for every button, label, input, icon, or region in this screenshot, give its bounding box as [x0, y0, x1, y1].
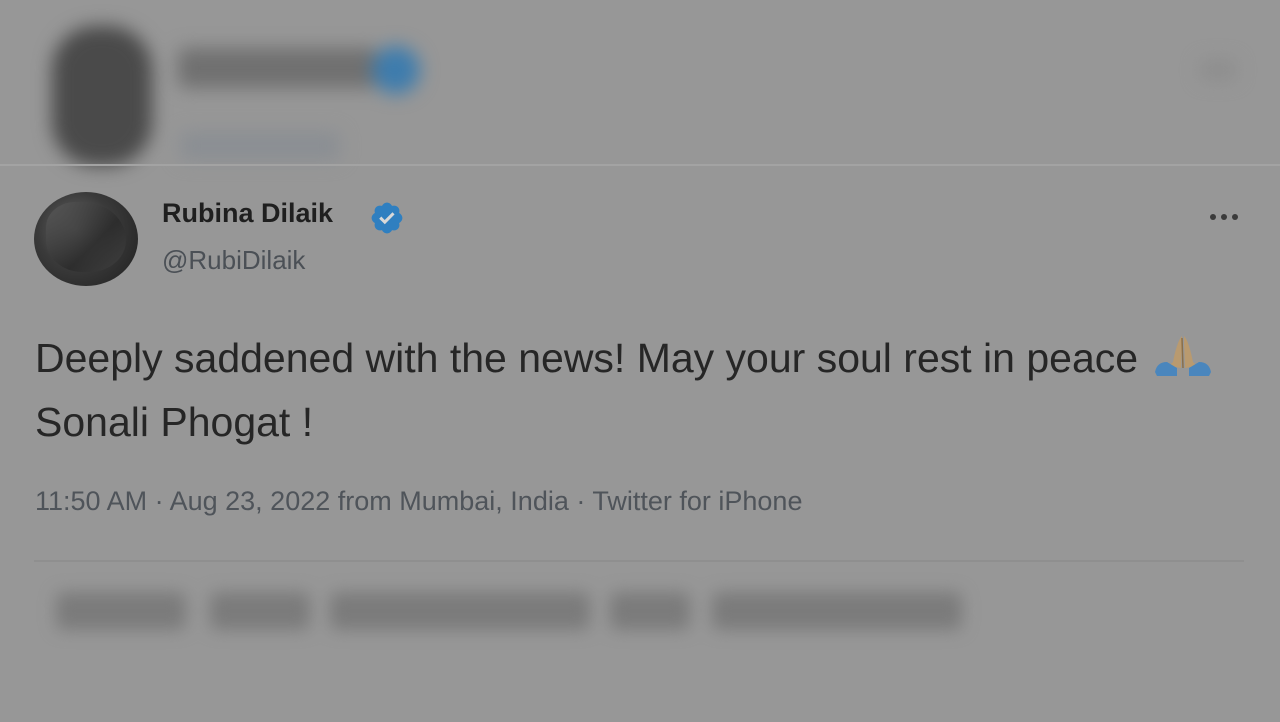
avatar[interactable] — [34, 192, 138, 286]
blurred-verified-icon — [372, 46, 420, 94]
blurred-engagement-stats — [0, 570, 1280, 670]
tweet-text: Deeply saddened with the news! May your … — [35, 326, 1255, 454]
blurred-name — [178, 48, 378, 88]
meta-separator: · — [568, 486, 593, 516]
blurred-avatar — [52, 26, 152, 166]
tweet-source[interactable]: Twitter for iPhone — [592, 486, 802, 516]
avatar-photo — [46, 202, 126, 272]
tweet-meta: 11:50 AM · Aug 23, 2022 from Mumbai, Ind… — [35, 486, 802, 517]
blurred-stat-bookmarks — [712, 592, 962, 630]
tweet-text-part2: Sonali Phogat ! — [35, 399, 314, 445]
tweet-location: from Mumbai, India — [337, 486, 569, 516]
divider — [34, 560, 1244, 562]
more-options-icon[interactable] — [1204, 203, 1244, 231]
blurred-stat-label — [610, 592, 690, 630]
blurred-parent-tweet — [0, 0, 1280, 168]
blurred-stat-quotes — [210, 592, 310, 630]
blurred-more-icon — [1200, 60, 1236, 80]
blurred-stat-retweets — [56, 592, 186, 630]
blurred-handle — [180, 132, 340, 160]
tweet-date[interactable]: Aug 23, 2022 — [170, 486, 331, 516]
folded-hands-icon — [1155, 336, 1212, 376]
blurred-stat-likes — [330, 592, 590, 630]
tweet-screenshot: Rubina Dilaik @RubiDilaik Deeply saddene… — [0, 0, 1280, 722]
author-name[interactable]: Rubina Dilaik — [162, 198, 333, 229]
verified-badge-icon — [371, 202, 403, 234]
divider — [0, 164, 1280, 166]
meta-separator: · — [147, 486, 170, 516]
tweet-time[interactable]: 11:50 AM — [35, 486, 147, 516]
tweet-text-part1: Deeply saddened with the news! May your … — [35, 335, 1139, 381]
author-handle[interactable]: @RubiDilaik — [162, 245, 305, 276]
